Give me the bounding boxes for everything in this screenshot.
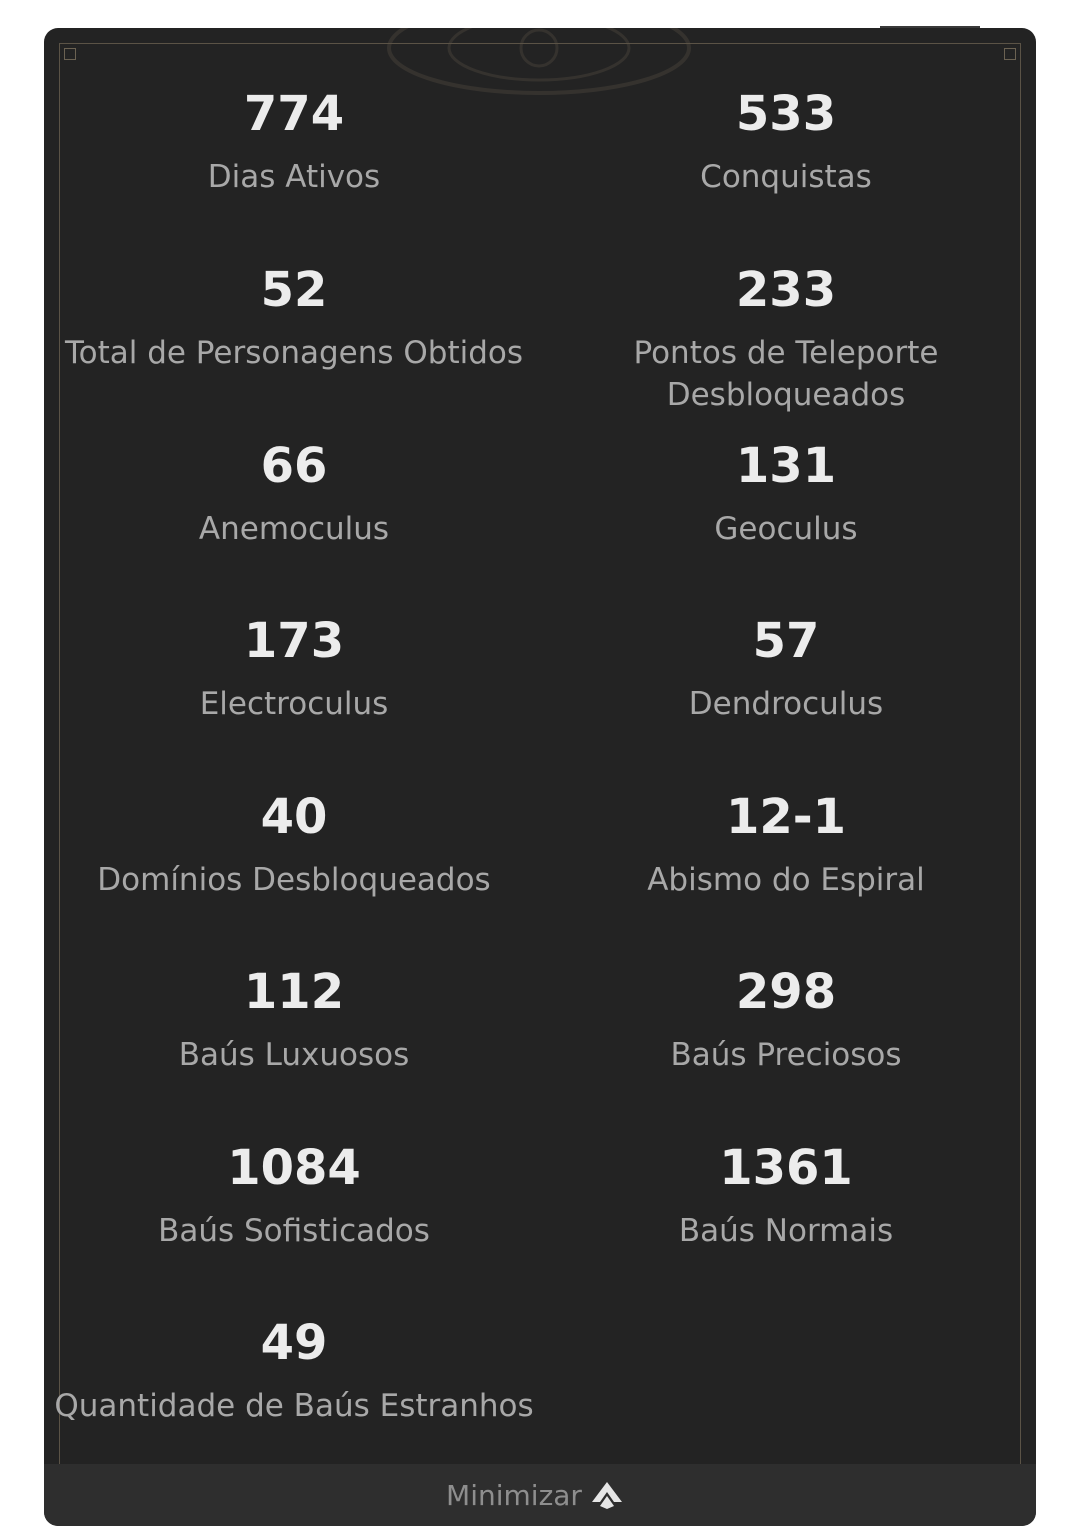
- stat-value: 1361: [719, 1140, 853, 1196]
- stat-precious-chests: 298 Baús Preciosos: [546, 964, 1026, 1076]
- stat-label: Baús Preciosos: [670, 1037, 902, 1073]
- stat-active-days: 774 Dias Ativos: [54, 86, 534, 198]
- stat-common-chests: 1361 Baús Normais: [546, 1140, 1026, 1252]
- chevron-up-icon[interactable]: [590, 1480, 624, 1510]
- stat-anemoculus: 66 Anemoculus: [54, 438, 534, 550]
- stat-label: Dias Ativos: [207, 159, 381, 195]
- stat-value: 112: [243, 964, 345, 1020]
- stat-label: Baús Sofisticados: [158, 1213, 430, 1249]
- stat-label: Geoculus: [714, 511, 858, 547]
- stat-value: 52: [260, 262, 328, 318]
- stat-value: 774: [243, 86, 345, 142]
- stat-label: Dendroculus: [688, 686, 884, 722]
- stat-value: 233: [735, 262, 837, 318]
- stat-characters-obtained: 52 Total de Personagens Obtidos: [54, 262, 534, 374]
- stat-label: Anemoculus: [198, 511, 390, 547]
- stat-value: 12-1: [725, 789, 847, 845]
- stat-exquisite-chests: 1084 Baús Sofisticados: [54, 1140, 534, 1252]
- stat-geoculus: 131 Geoculus: [546, 438, 1026, 550]
- stat-dendroculus: 57 Dendroculus: [546, 613, 1026, 725]
- stat-label: Quantidade de Baús Estranhos: [54, 1388, 534, 1424]
- stat-label: Conquistas: [700, 159, 872, 195]
- stat-value: 66: [260, 438, 328, 494]
- minimize-button[interactable]: Minimizar: [44, 1464, 1036, 1526]
- stat-achievements: 533 Conquistas: [546, 86, 1026, 198]
- stat-label: Domínios Desbloqueados: [97, 862, 491, 898]
- stat-value: 1084: [227, 1140, 361, 1196]
- frame-corner-icon: [64, 48, 76, 60]
- minimize-label[interactable]: Minimizar: [446, 1479, 582, 1512]
- stat-domains-unlocked: 40 Domínios Desbloqueados: [54, 789, 534, 901]
- stat-value: 131: [735, 438, 837, 494]
- frame-corner-icon: [1004, 48, 1016, 60]
- stat-electroculus: 173 Electroculus: [54, 613, 534, 725]
- stat-label: Baús Normais: [678, 1213, 894, 1249]
- stats-card: 774 Dias Ativos 533 Conquistas 52 Total …: [44, 28, 1036, 1526]
- stat-label: Electroculus: [199, 686, 389, 722]
- stat-luxurious-chests: 112 Baús Luxuosos: [54, 964, 534, 1076]
- stat-label: Pontos de Teleporte Desbloqueados: [633, 335, 939, 413]
- stat-waypoints-unlocked: 233 Pontos de Teleporte Desbloqueados: [546, 262, 1026, 416]
- stat-spiral-abyss: 12-1 Abismo do Espiral: [546, 789, 1026, 901]
- stat-label: Total de Personagens Obtidos: [64, 335, 524, 371]
- stat-value: 49: [260, 1315, 328, 1371]
- stat-value: 298: [735, 964, 837, 1020]
- stat-value: 173: [243, 613, 345, 669]
- stat-value: 40: [260, 789, 328, 845]
- stat-remarkable-chests: 49 Quantidade de Baús Estranhos: [54, 1315, 534, 1427]
- minimize-button-content[interactable]: Minimizar: [446, 1479, 624, 1512]
- stat-value: 57: [752, 613, 820, 669]
- stat-value: 533: [735, 86, 837, 142]
- stat-label: Abismo do Espiral: [647, 862, 925, 898]
- stat-label: Baús Luxuosos: [178, 1037, 410, 1073]
